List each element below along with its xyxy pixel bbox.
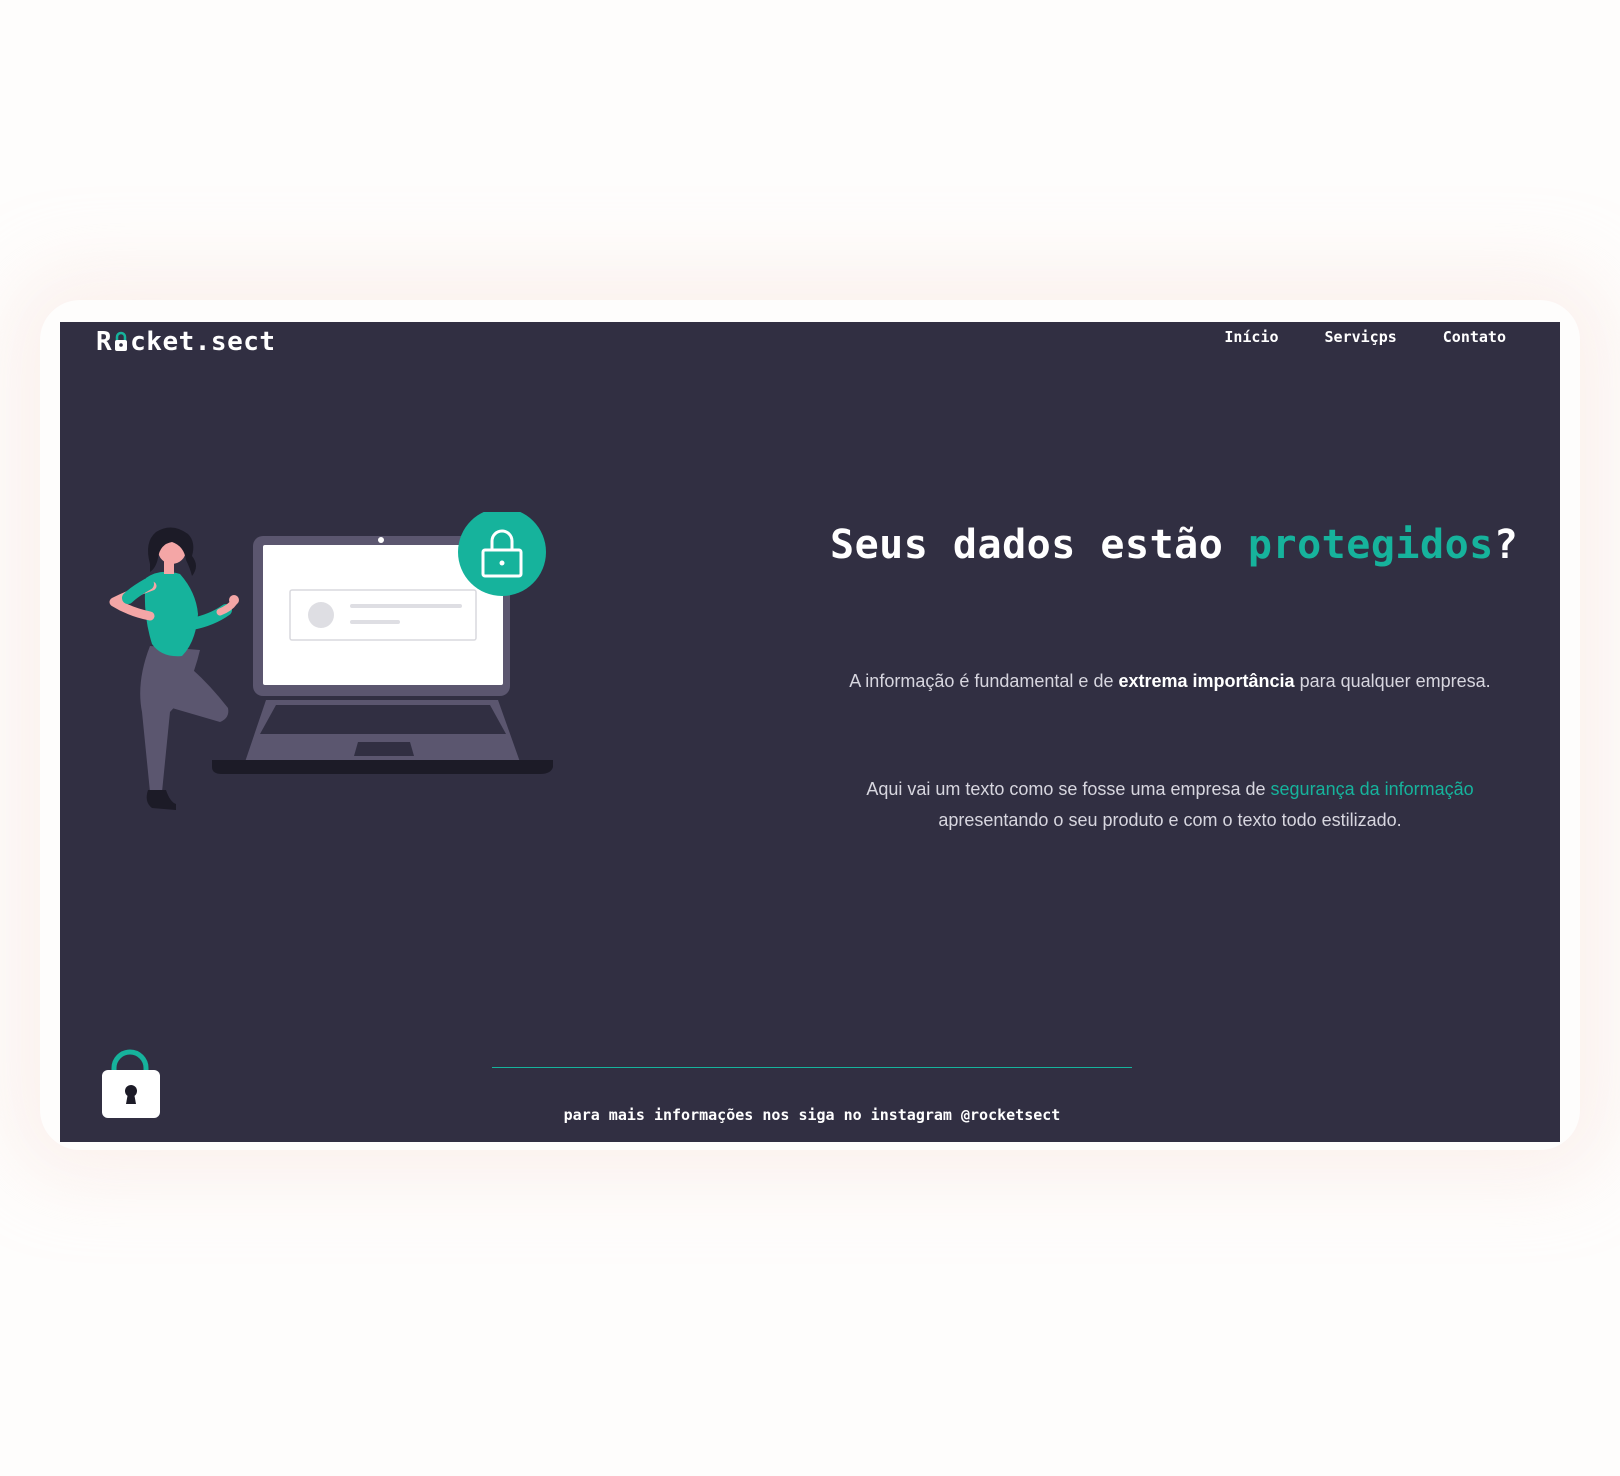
- logo[interactable]: R cket.sect: [96, 324, 276, 360]
- logo-prefix: R: [96, 327, 113, 357]
- footer-divider: [492, 1067, 1132, 1068]
- nav-item-contato[interactable]: Contato: [1443, 328, 1506, 346]
- p1-bold-text: extrema importância: [1118, 671, 1295, 691]
- footer-text: para mais informações nos siga no instag…: [563, 1106, 1061, 1124]
- nav-item-servicos[interactable]: Serviçps: [1325, 328, 1397, 346]
- padlock-icon: [102, 1048, 162, 1120]
- lock-icon: [113, 329, 129, 355]
- lock-icon: [458, 508, 546, 596]
- security-illustration: [100, 508, 620, 826]
- main-nav: Início Serviçps Contato: [1224, 328, 1506, 346]
- title-part-1: Seus dados estão: [830, 522, 1248, 568]
- nav-item-inicio[interactable]: Início: [1224, 328, 1278, 346]
- website-frame: R cket.sect Início Serviçps Contato Seus…: [60, 322, 1560, 1142]
- title-part-2: ?: [1493, 522, 1519, 568]
- p2-text-after: apresentando o seu produto e com o texto…: [938, 810, 1402, 830]
- intro-paragraph: A informação é fundamental e de extrema …: [840, 666, 1500, 697]
- security-link[interactable]: segurança da informação: [1271, 779, 1474, 799]
- title-accent: protegidos: [1247, 522, 1494, 568]
- logo-suffix: cket.sect: [130, 327, 276, 357]
- p1-text-after: para qualquer empresa.: [1294, 671, 1491, 691]
- page-title: Seus dados estão protegidos?: [830, 522, 1518, 568]
- p1-text-before: A informação é fundamental e de: [849, 671, 1119, 691]
- description-paragraph: Aqui vai um texto como se fosse uma empr…: [840, 774, 1500, 836]
- p2-text-before: Aqui vai um texto como se fosse uma empr…: [866, 779, 1271, 799]
